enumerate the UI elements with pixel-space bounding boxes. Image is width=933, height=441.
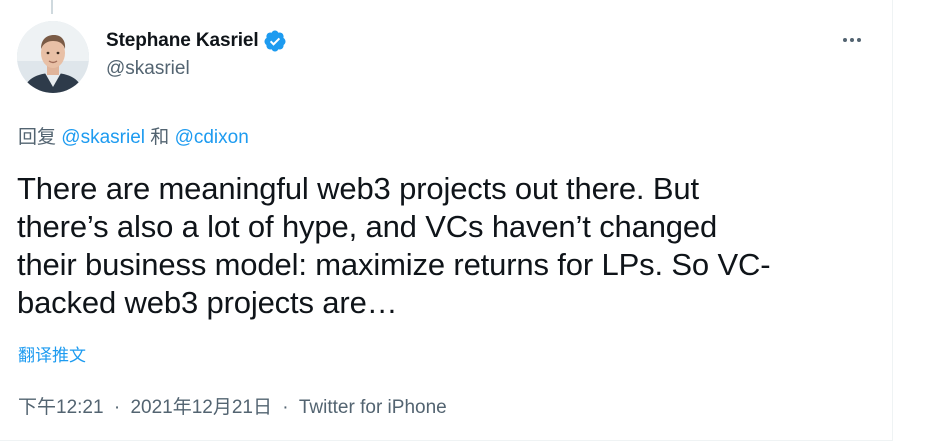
reply-context: 回复 @skasriel 和 @cdixon	[18, 122, 249, 149]
meta-separator: ·	[113, 397, 121, 418]
handle[interactable]: @skasriel	[106, 58, 287, 80]
mention-link[interactable]: @skasriel	[61, 127, 145, 148]
tweet-date[interactable]: 2021年12月21日	[130, 397, 272, 418]
tweet-text: There are meaningful web3 projects out t…	[17, 170, 877, 322]
mention-link[interactable]: @cdixon	[175, 127, 249, 148]
meta-separator: ·	[282, 397, 289, 418]
tweet-source[interactable]: Twitter for iPhone	[299, 397, 447, 418]
name-row: Stephane Kasriel	[106, 28, 287, 54]
reply-prefix: 回复	[18, 127, 57, 148]
display-name[interactable]: Stephane Kasriel	[106, 30, 259, 52]
tweet-detail: Stephane Kasriel @skasriel 回复 @skasriel …	[0, 0, 933, 441]
more-horizontal-icon	[843, 38, 847, 42]
reply-conjunction: 和	[150, 127, 170, 148]
tweet-text-line: there’s also a lot of hype, and VCs have…	[17, 209, 718, 244]
translate-tweet-link[interactable]: 翻译推文	[18, 341, 86, 366]
author-info: Stephane Kasriel @skasriel	[106, 28, 287, 80]
tweet-text-line: their business model: maximize returns f…	[17, 247, 771, 282]
column-divider	[892, 0, 893, 441]
tweet-text-line: There are meaningful web3 projects out t…	[17, 171, 699, 206]
avatar-image	[17, 21, 89, 93]
thread-connector-line	[51, 0, 53, 14]
avatar[interactable]	[17, 21, 89, 93]
tweet-text-line: backed web3 projects are…	[17, 285, 398, 320]
more-options-button[interactable]	[836, 27, 868, 53]
verified-badge-icon	[263, 29, 287, 53]
tweet-metadata: 下午12:21 · 2021年12月21日 · Twitter for iPho…	[18, 392, 447, 419]
tweet-time[interactable]: 下午12:21	[18, 397, 104, 418]
